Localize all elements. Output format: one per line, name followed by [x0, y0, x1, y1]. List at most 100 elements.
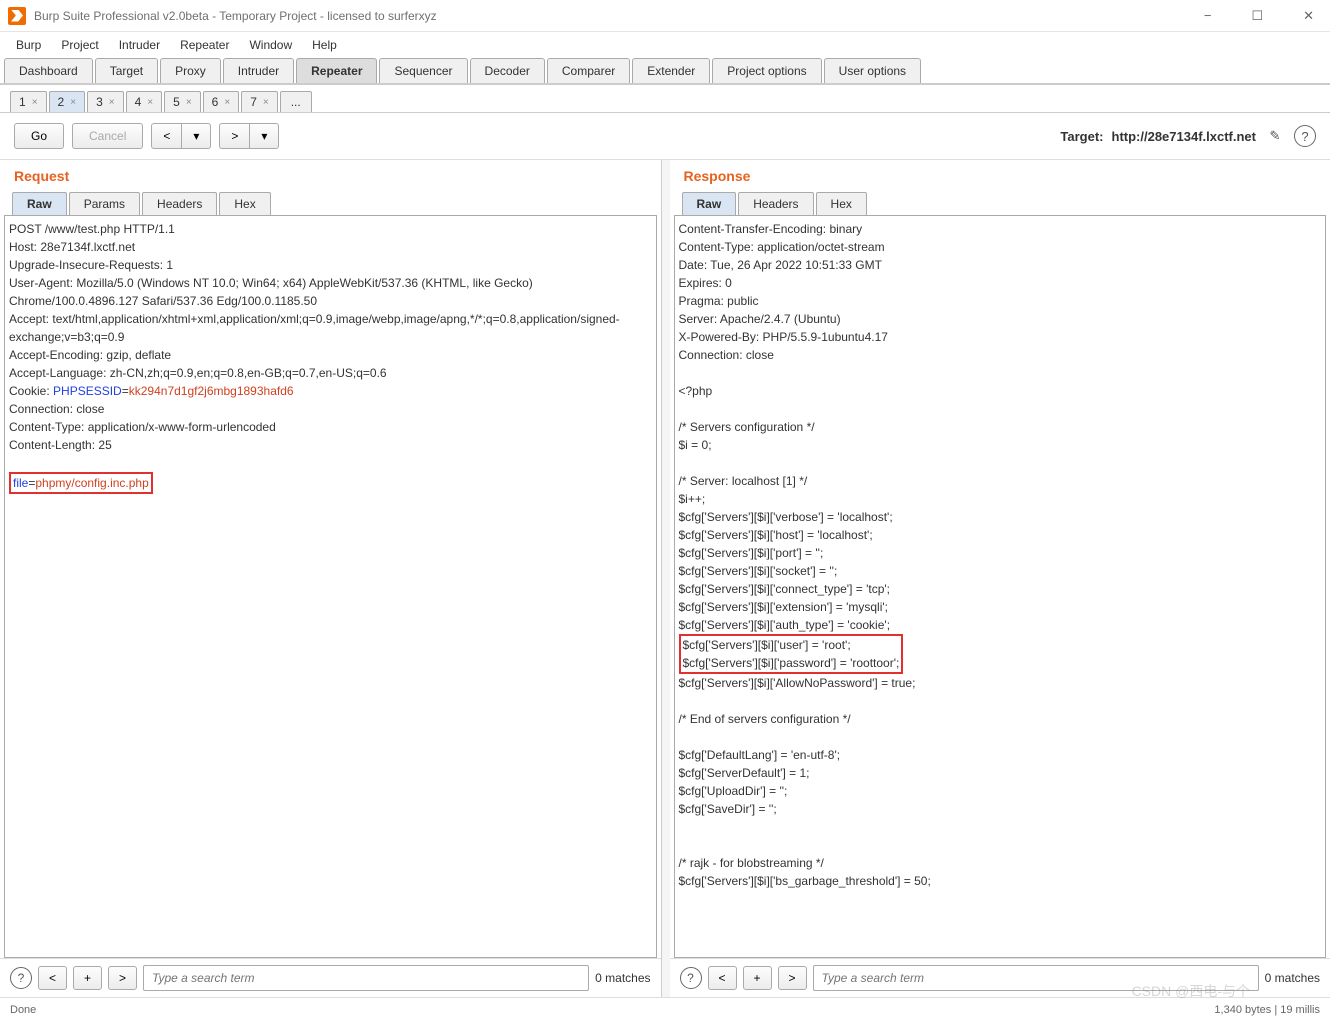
close-icon[interactable]: ×: [32, 97, 38, 108]
history-forward-group: > ▾: [219, 123, 279, 149]
menu-window[interactable]: Window: [241, 35, 300, 55]
tab-user-options[interactable]: User options: [824, 58, 921, 83]
response-tab-hex[interactable]: Hex: [816, 192, 867, 215]
tab-comparer[interactable]: Comparer: [547, 58, 630, 83]
tab-label: 5: [173, 95, 180, 109]
tab-target[interactable]: Target: [95, 58, 158, 83]
window-controls: − ☐ ✕: [1196, 4, 1322, 28]
tab-intruder[interactable]: Intruder: [223, 58, 294, 83]
repeater-tab-3[interactable]: 3×: [87, 91, 124, 112]
response-title: Response: [670, 160, 1330, 192]
menu-help[interactable]: Help: [304, 35, 345, 55]
main-tabs: Dashboard Target Proxy Intruder Repeater…: [0, 58, 1330, 84]
close-icon[interactable]: ×: [109, 97, 115, 108]
close-icon[interactable]: ×: [224, 97, 230, 108]
request-editor[interactable]: POST /www/test.php HTTP/1.1 Host: 28e713…: [4, 215, 657, 958]
tab-label: 1: [19, 95, 26, 109]
close-icon[interactable]: ×: [263, 97, 269, 108]
help-icon[interactable]: ?: [10, 967, 32, 989]
response-panel: Response Raw Headers Hex Content-Transfe…: [670, 160, 1330, 997]
tab-label: 7: [250, 95, 257, 109]
request-tab-raw[interactable]: Raw: [12, 192, 67, 215]
response-view-tabs: Raw Headers Hex: [670, 192, 1330, 215]
tab-label: 3: [96, 95, 103, 109]
tab-project-options[interactable]: Project options: [712, 58, 821, 83]
tab-label: ...: [291, 95, 301, 109]
request-match-count: 0 matches: [595, 971, 650, 985]
tab-repeater[interactable]: Repeater: [296, 58, 377, 83]
highlighted-body: file=phpmy/config.inc.php: [9, 472, 153, 494]
request-search-input[interactable]: [143, 965, 589, 991]
menubar: Burp Project Intruder Repeater Window He…: [0, 32, 1330, 58]
minimize-button[interactable]: −: [1196, 4, 1220, 28]
repeater-tab-more[interactable]: ...: [280, 91, 312, 112]
tab-extender[interactable]: Extender: [632, 58, 710, 83]
search-prev-button[interactable]: <: [708, 966, 737, 990]
close-button[interactable]: ✕: [1295, 4, 1322, 28]
menu-burp[interactable]: Burp: [8, 35, 49, 55]
cancel-button[interactable]: Cancel: [72, 123, 143, 149]
highlighted-credentials: $cfg['Servers'][$i]['user'] = 'root'; $c…: [679, 634, 904, 674]
request-tab-headers[interactable]: Headers: [142, 192, 217, 215]
target-label: Target:: [1060, 129, 1103, 144]
titlebar: Burp Suite Professional v2.0beta - Tempo…: [0, 0, 1330, 32]
history-forward-button[interactable]: >: [219, 123, 249, 149]
tab-label: 6: [212, 95, 219, 109]
menu-project[interactable]: Project: [53, 35, 106, 55]
tab-label: 2: [58, 95, 65, 109]
request-view-tabs: Raw Params Headers Hex: [0, 192, 661, 215]
response-search-bar: ? < + > 0 matches: [670, 958, 1330, 997]
request-panel: Request Raw Params Headers Hex POST /www…: [0, 160, 662, 997]
close-icon[interactable]: ×: [147, 97, 153, 108]
tab-sequencer[interactable]: Sequencer: [379, 58, 467, 83]
repeater-tab-6[interactable]: 6×: [203, 91, 240, 112]
tab-proxy[interactable]: Proxy: [160, 58, 221, 83]
repeater-tab-2[interactable]: 2×: [49, 91, 86, 112]
splitter[interactable]: [662, 160, 670, 997]
maximize-button[interactable]: ☐: [1243, 4, 1271, 28]
target-info: Target: http://28e7134f.lxctf.net ✎ ?: [1060, 125, 1316, 147]
history-forward-dropdown[interactable]: ▾: [249, 123, 279, 149]
request-title: Request: [0, 160, 661, 192]
repeater-tab-1[interactable]: 1×: [10, 91, 47, 112]
menu-repeater[interactable]: Repeater: [172, 35, 237, 55]
split-pane: Request Raw Params Headers Hex POST /www…: [0, 160, 1330, 997]
close-icon[interactable]: ×: [70, 97, 76, 108]
request-search-bar: ? < + > 0 matches: [0, 958, 661, 997]
target-value: http://28e7134f.lxctf.net: [1112, 129, 1257, 144]
status-left: Done: [10, 1004, 36, 1016]
repeater-tab-7[interactable]: 7×: [241, 91, 278, 112]
repeater-tabs: 1× 2× 3× 4× 5× 6× 7× ...: [0, 84, 1330, 113]
help-icon[interactable]: ?: [1294, 125, 1316, 147]
response-tab-raw[interactable]: Raw: [682, 192, 737, 215]
response-match-count: 0 matches: [1265, 971, 1320, 985]
history-back-group: < ▾: [151, 123, 211, 149]
history-back-button[interactable]: <: [151, 123, 181, 149]
response-viewer[interactable]: Content-Transfer-Encoding: binary Conten…: [674, 215, 1327, 958]
request-tab-params[interactable]: Params: [69, 192, 140, 215]
search-next-button[interactable]: >: [108, 966, 137, 990]
response-search-input[interactable]: [813, 965, 1259, 991]
tab-label: 4: [135, 95, 142, 109]
app-icon: [8, 7, 26, 25]
tab-dashboard[interactable]: Dashboard: [4, 58, 93, 83]
go-button[interactable]: Go: [14, 123, 64, 149]
edit-target-icon[interactable]: ✎: [1264, 125, 1286, 147]
search-add-button[interactable]: +: [743, 966, 772, 990]
repeater-tab-4[interactable]: 4×: [126, 91, 163, 112]
status-right: 1,340 bytes | 19 millis: [1214, 1004, 1320, 1016]
response-tab-headers[interactable]: Headers: [738, 192, 813, 215]
close-icon[interactable]: ×: [186, 97, 192, 108]
search-next-button[interactable]: >: [778, 966, 807, 990]
repeater-tab-5[interactable]: 5×: [164, 91, 201, 112]
window-title: Burp Suite Professional v2.0beta - Tempo…: [34, 9, 437, 23]
request-tab-hex[interactable]: Hex: [219, 192, 270, 215]
search-prev-button[interactable]: <: [38, 966, 67, 990]
statusbar: Done 1,340 bytes | 19 millis: [0, 997, 1330, 1021]
tab-decoder[interactable]: Decoder: [470, 58, 545, 83]
search-add-button[interactable]: +: [73, 966, 102, 990]
history-back-dropdown[interactable]: ▾: [181, 123, 211, 149]
help-icon[interactable]: ?: [680, 967, 702, 989]
menu-intruder[interactable]: Intruder: [111, 35, 168, 55]
action-bar: Go Cancel < ▾ > ▾ Target: http://28e7134…: [0, 113, 1330, 160]
